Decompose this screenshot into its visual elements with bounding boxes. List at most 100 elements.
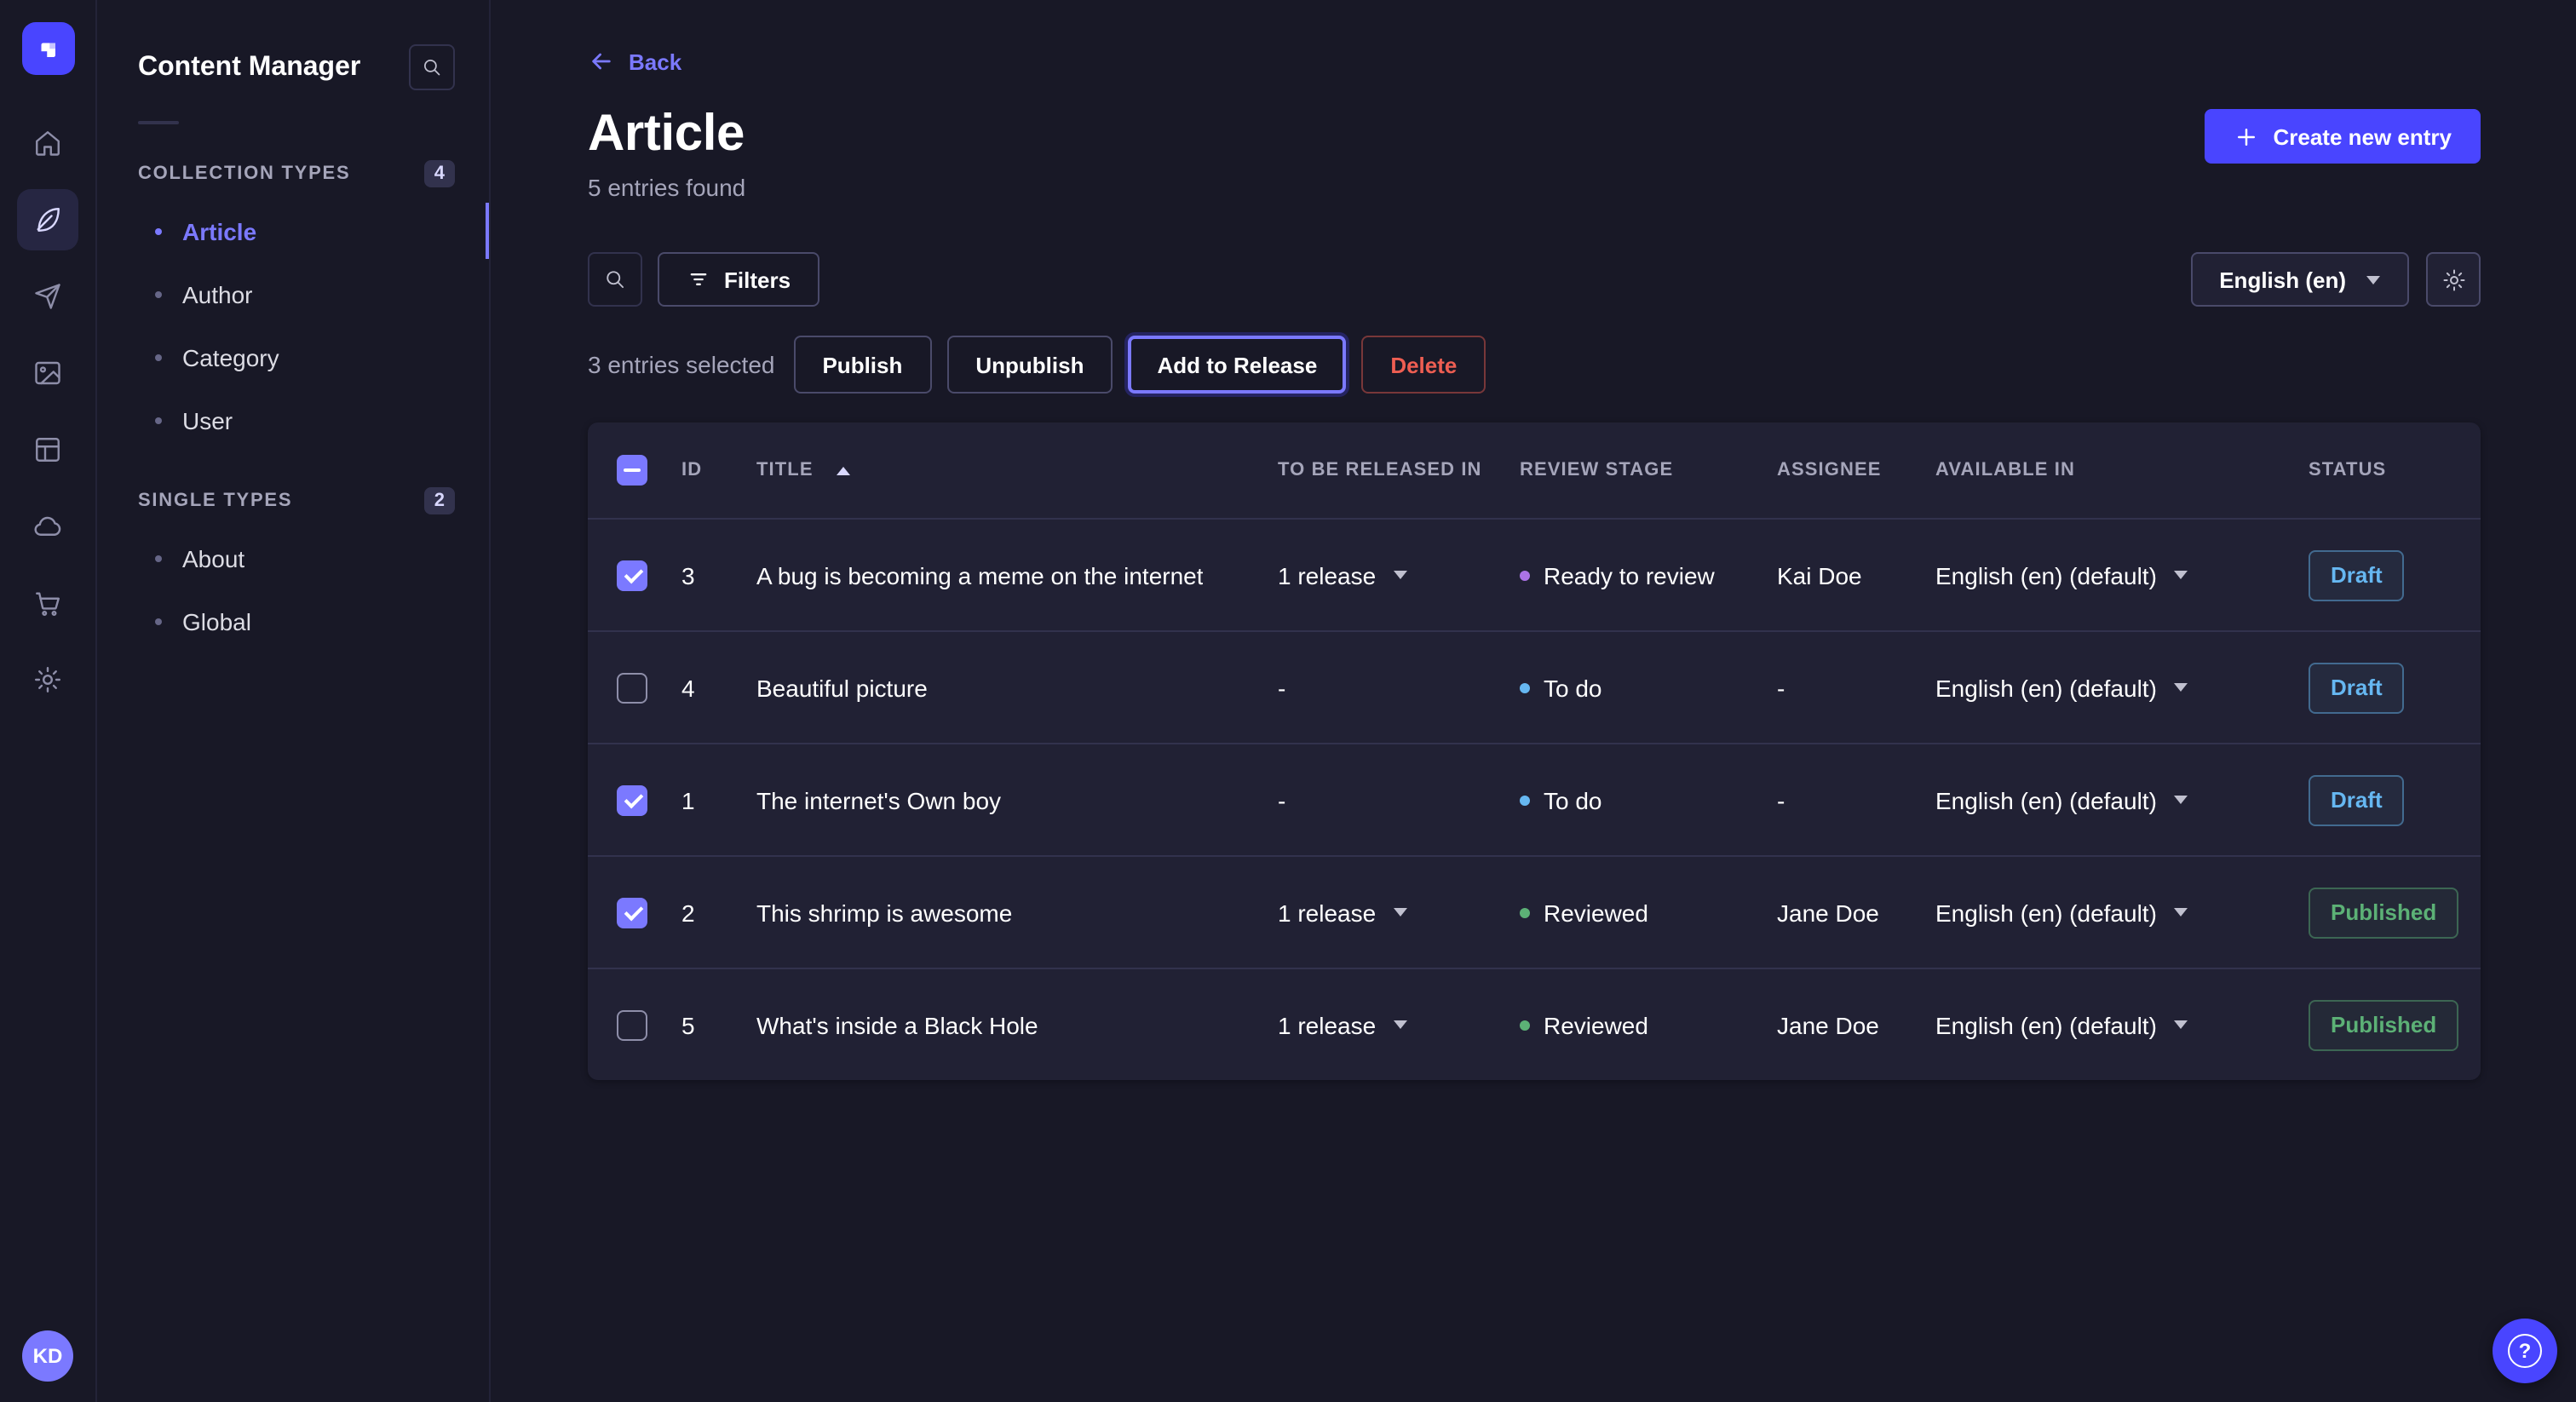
row-checkbox[interactable]: [617, 560, 647, 590]
column-header-id[interactable]: ID: [681, 460, 756, 480]
table-header-row: ID TITLE TO BE RELEASED IN REVIEW STAGE …: [588, 422, 2481, 518]
publish-button[interactable]: Publish: [793, 336, 931, 394]
content-type-builder-icon[interactable]: [17, 419, 78, 480]
row-available-in[interactable]: English (en) (default): [1935, 786, 2309, 813]
row-review-stage: Reviewed: [1520, 899, 1777, 926]
filters-label: Filters: [724, 267, 791, 292]
delete-button[interactable]: Delete: [1361, 336, 1486, 394]
content-manager-icon[interactable]: [17, 189, 78, 250]
table-row[interactable]: 3 A bug is becoming a meme on the intern…: [588, 518, 2481, 630]
row-checkbox[interactable]: [617, 672, 647, 703]
media-library-icon[interactable]: [17, 342, 78, 404]
row-title: A bug is becoming a meme on the internet: [756, 561, 1278, 589]
search-icon: [603, 267, 627, 291]
row-available-in[interactable]: English (en) (default): [1935, 561, 2309, 589]
row-title: This shrimp is awesome: [756, 899, 1278, 926]
column-header-review-stage[interactable]: REVIEW STAGE: [1520, 460, 1777, 480]
strapi-logo-icon: [32, 33, 63, 64]
column-header-available-in[interactable]: AVAILABLE IN: [1935, 460, 2309, 480]
title-row: Article Create new entry: [588, 106, 2481, 164]
status-badge: Draft: [2309, 549, 2405, 600]
column-header-release[interactable]: TO BE RELEASED IN: [1278, 460, 1520, 480]
review-stage-dot: [1520, 1020, 1530, 1030]
row-release[interactable]: -: [1278, 786, 1520, 813]
column-header-status[interactable]: STATUS: [2309, 460, 2452, 480]
sidebar-search-button[interactable]: [409, 44, 455, 90]
row-checkbox[interactable]: [617, 1009, 647, 1040]
search-button[interactable]: [588, 252, 642, 307]
review-stage-dot: [1520, 795, 1530, 805]
row-release[interactable]: 1 release: [1278, 899, 1520, 926]
table-row[interactable]: 2 This shrimp is awesome 1 release Revie…: [588, 855, 2481, 968]
help-button[interactable]: ?: [2493, 1319, 2557, 1383]
row-assignee: Jane Doe: [1777, 899, 1935, 926]
add-to-release-button[interactable]: Add to Release: [1128, 336, 1346, 394]
create-entry-button[interactable]: Create new entry: [2205, 109, 2481, 164]
review-stage-dot: [1520, 907, 1530, 917]
row-title: The internet's Own boy: [756, 786, 1278, 813]
bullet-icon: [155, 417, 162, 423]
settings-gear-icon[interactable]: [17, 649, 78, 710]
row-available-in[interactable]: English (en) (default): [1935, 899, 2309, 926]
release-caret-icon: [1393, 908, 1406, 916]
row-assignee: Jane Doe: [1777, 1011, 1935, 1038]
row-available-in[interactable]: English (en) (default): [1935, 1011, 2309, 1038]
marketplace-cart-icon[interactable]: [17, 572, 78, 634]
deploy-cloud-icon[interactable]: [17, 496, 78, 557]
row-review-stage: To do: [1520, 674, 1777, 701]
sidebar-item-global[interactable]: Global: [138, 589, 455, 652]
nav-rail: KD: [0, 0, 97, 1402]
section-count-badge: 4: [424, 160, 455, 187]
row-release[interactable]: 1 release: [1278, 561, 1520, 589]
row-checkbox[interactable]: [617, 784, 647, 815]
row-release[interactable]: 1 release: [1278, 1011, 1520, 1038]
strapi-logo[interactable]: [21, 22, 74, 75]
page-title: Article: [588, 106, 745, 164]
table-row[interactable]: 1 The internet's Own boy - To do - Engli…: [588, 743, 2481, 855]
row-title: What's inside a Black Hole: [756, 1011, 1278, 1038]
back-label: Back: [629, 49, 681, 74]
sidebar-item-label: About: [182, 544, 244, 572]
sidebar-item-author[interactable]: Author: [138, 262, 455, 325]
status-badge: Draft: [2309, 774, 2405, 825]
filters-button[interactable]: Filters: [658, 252, 819, 307]
column-header-assignee[interactable]: ASSIGNEE: [1777, 460, 1935, 480]
row-assignee: Kai Doe: [1777, 561, 1935, 589]
selection-bar: 3 entries selected Publish Unpublish Add…: [588, 336, 2481, 394]
home-icon[interactable]: [17, 112, 78, 174]
row-review-stage: To do: [1520, 786, 1777, 813]
plus-icon: [2234, 124, 2259, 149]
locale-select[interactable]: English (en): [2190, 252, 2409, 307]
entries-table: ID TITLE TO BE RELEASED IN REVIEW STAGE …: [588, 422, 2481, 1080]
bullet-icon: [155, 554, 162, 561]
row-id: 5: [681, 1011, 756, 1038]
section-label: COLLECTION TYPES: [138, 164, 350, 184]
sidebar-header: Content Manager: [138, 44, 455, 90]
row-available-in[interactable]: English (en) (default): [1935, 674, 2309, 701]
bullet-icon: [155, 353, 162, 360]
releases-icon[interactable]: [17, 266, 78, 327]
sort-asc-icon: [837, 466, 851, 474]
sidebar-item-article[interactable]: Article: [138, 199, 455, 262]
selection-count: 3 entries selected: [588, 351, 774, 378]
sidebar-item-label: Author: [182, 280, 253, 307]
main-content: Back Article Create new entry 5 entries …: [491, 0, 2576, 1402]
status-badge: Published: [2309, 887, 2458, 938]
row-id: 2: [681, 899, 756, 926]
column-header-title[interactable]: TITLE: [756, 460, 1278, 480]
sidebar-item-user[interactable]: User: [138, 388, 455, 451]
back-link[interactable]: Back: [588, 48, 681, 75]
table-settings-button[interactable]: [2426, 252, 2481, 307]
select-all-checkbox[interactable]: [617, 455, 647, 486]
sidebar-item-about[interactable]: About: [138, 526, 455, 589]
sidebar-item-label: Global: [182, 607, 251, 635]
gear-icon: [2441, 267, 2466, 292]
row-id: 3: [681, 561, 756, 589]
user-avatar[interactable]: KD: [22, 1330, 73, 1382]
row-release[interactable]: -: [1278, 674, 1520, 701]
unpublish-button[interactable]: Unpublish: [946, 336, 1113, 394]
table-row[interactable]: 4 Beautiful picture - To do - English (e…: [588, 630, 2481, 743]
table-row[interactable]: 5 What's inside a Black Hole 1 release R…: [588, 968, 2481, 1080]
row-checkbox[interactable]: [617, 897, 647, 928]
sidebar-item-category[interactable]: Category: [138, 325, 455, 388]
